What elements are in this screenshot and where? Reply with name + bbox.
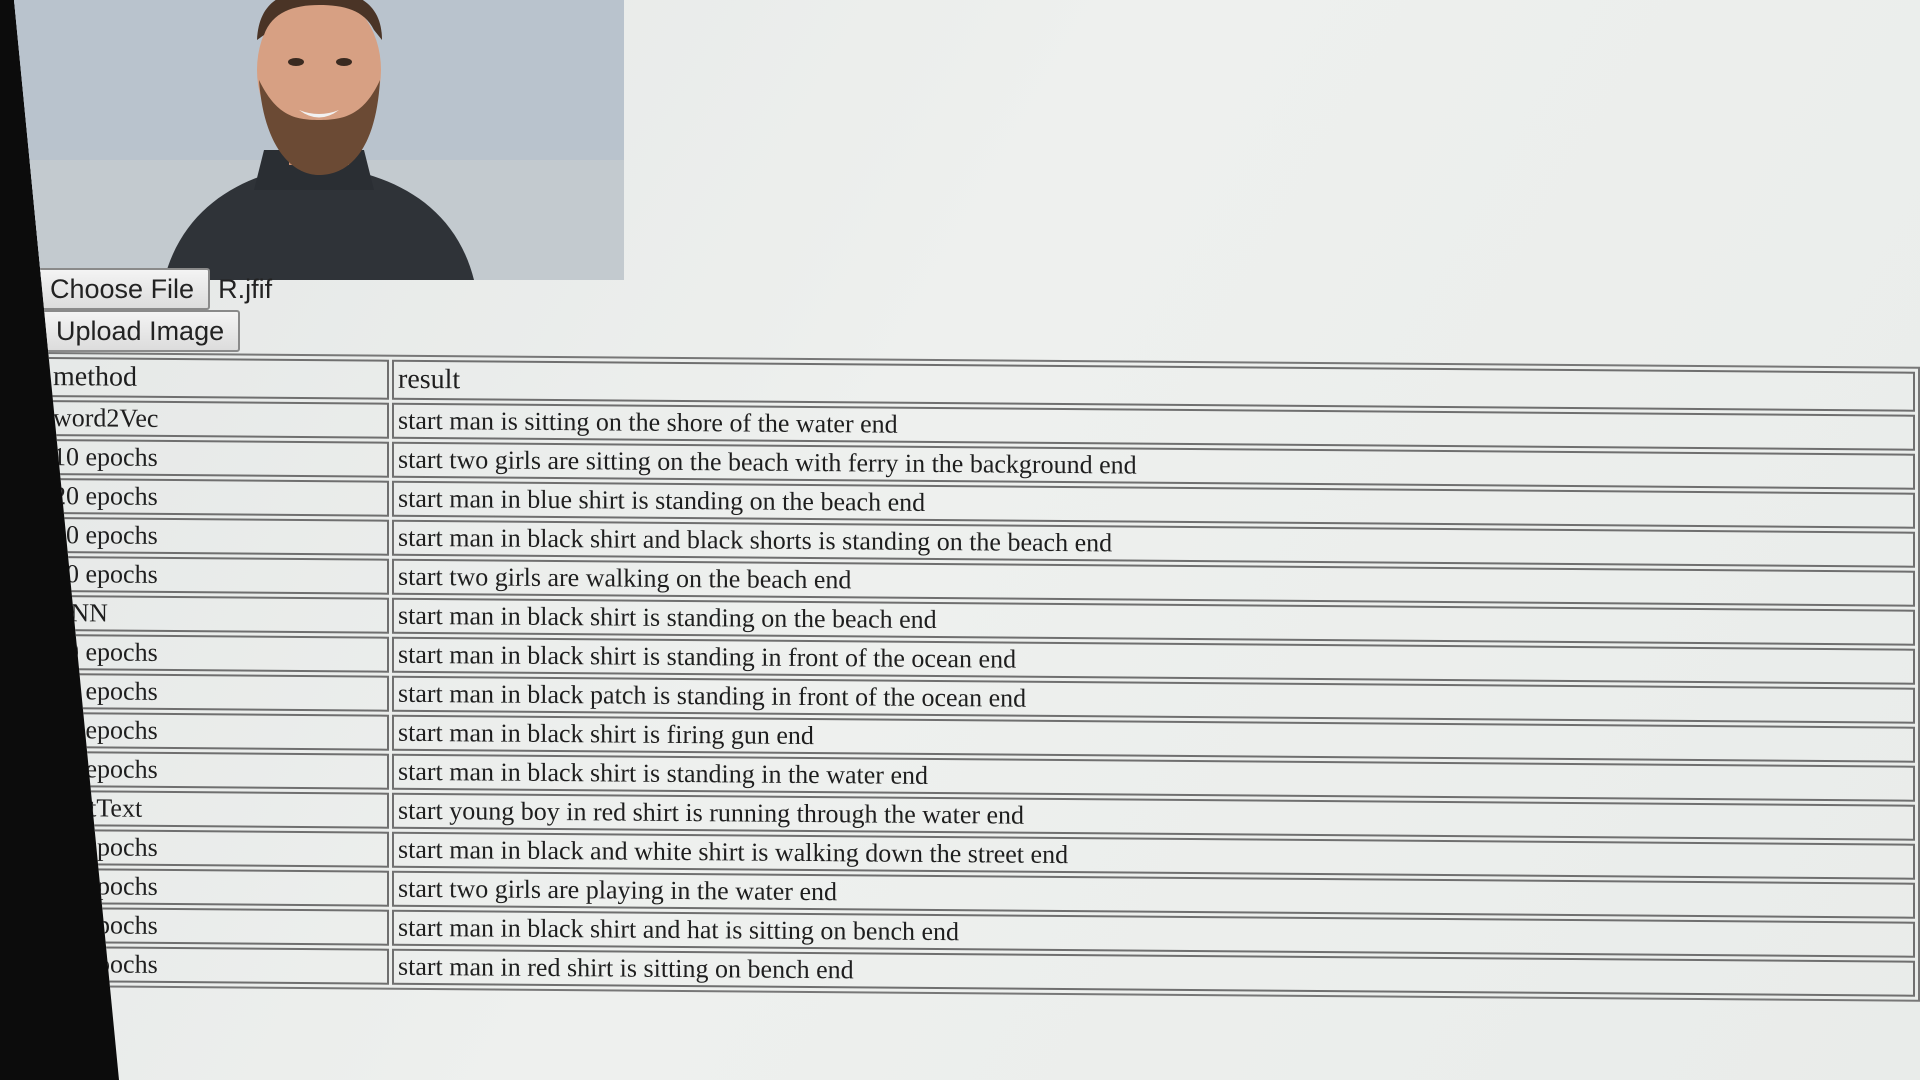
web-page: Choose File R.jfif Upload Image method r… xyxy=(14,0,1920,1080)
screen: Choose File R.jfif Upload Image method r… xyxy=(0,0,1920,1080)
method-cell: 40 epochs xyxy=(47,556,389,595)
uploaded-image-preview xyxy=(14,0,624,280)
method-cell: 10 epochs xyxy=(47,829,389,868)
upload-image-button[interactable]: Upload Image xyxy=(40,310,241,352)
method-cell: RNN xyxy=(47,595,389,634)
file-input-row: Choose File R.jfif xyxy=(34,268,272,310)
method-cell: word2Vec xyxy=(47,400,389,439)
method-cell: 10 epochs xyxy=(47,439,389,478)
method-column-header: method xyxy=(47,357,389,400)
method-cell: 10 epochs xyxy=(47,634,389,673)
method-cell: 30 epochs xyxy=(47,517,389,556)
method-cell: 20 epochs xyxy=(47,478,389,517)
choose-file-button[interactable]: Choose File xyxy=(34,268,211,310)
portrait-photo xyxy=(14,0,624,280)
method-cell: 40 epochs xyxy=(47,751,389,790)
method-cell: 30 epochs xyxy=(47,712,389,751)
upload-row: Upload Image xyxy=(40,310,241,352)
results-table: method result word2Vec start man is sitti… xyxy=(42,352,1920,1002)
method-cell: 30 epochs xyxy=(47,907,389,946)
selected-file-name: R.jfif xyxy=(218,273,273,304)
method-cell: 20 epochs xyxy=(47,673,389,712)
method-cell: 20 epochs xyxy=(47,868,389,907)
result-cell: start man in red shirt is sitting on ben… xyxy=(392,948,1915,997)
method-cell: 40 epochs xyxy=(47,946,389,985)
method-cell: FastText xyxy=(47,790,389,829)
